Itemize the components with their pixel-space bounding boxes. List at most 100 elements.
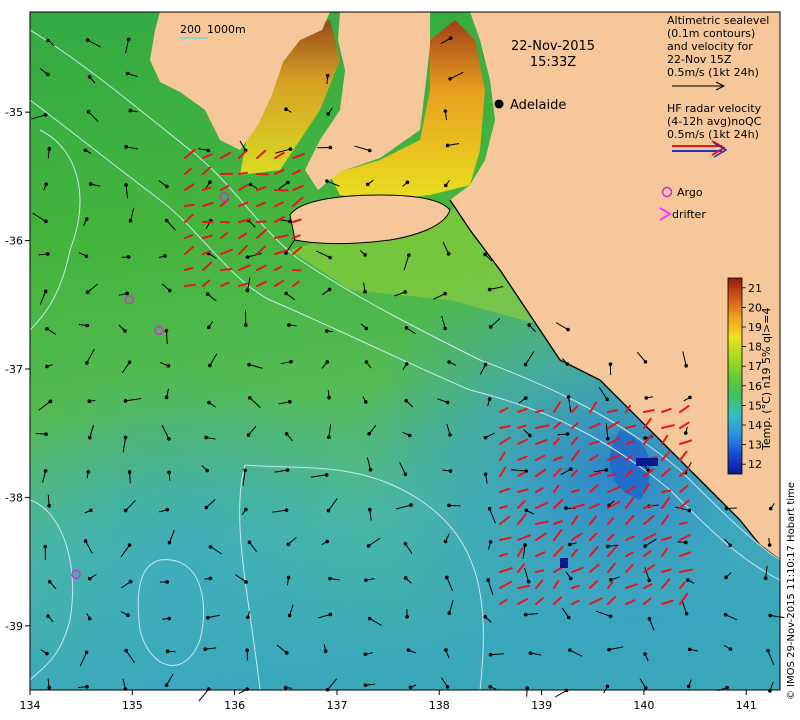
altimetry-arrow-base xyxy=(403,541,408,546)
drifter-legend-label: drifter xyxy=(672,208,706,221)
altimetry-arrow-base xyxy=(284,651,289,655)
altimetry-arrow-base xyxy=(124,145,128,149)
altimetry-arrow-base xyxy=(684,611,689,616)
altimetry-arrow-base xyxy=(767,543,772,547)
altimetry-arrow-base xyxy=(46,38,50,43)
altimetry-arrow-base xyxy=(367,432,371,436)
altimetry-arrow-base xyxy=(364,326,369,331)
altimetry-arrow-base xyxy=(325,73,330,78)
altimetry-arrow-base xyxy=(83,148,88,153)
altimetry-arrow-base xyxy=(565,432,570,436)
altimetry-arrow-base xyxy=(327,395,331,400)
altimetry-arrow-base xyxy=(445,575,449,580)
altimetry-arrow-base xyxy=(163,254,167,258)
altimetry-arrow-base xyxy=(284,291,289,296)
altimetry-arrow-base xyxy=(243,468,247,473)
hf-radar-arrow xyxy=(256,220,267,223)
altimetry-arrow-base xyxy=(325,687,330,692)
y-axis: -35 -36 -37 -38 -39 xyxy=(5,106,30,633)
altimetry-arrow-base xyxy=(245,648,250,653)
altimetry-arrow-base xyxy=(443,183,448,188)
altimetry-arrow-base xyxy=(723,613,728,617)
altimetry-arrow-base xyxy=(483,472,488,477)
altimetry-arrow-base xyxy=(124,183,128,187)
altimetry-arrow-base xyxy=(363,652,368,657)
altimetry-arrow-base xyxy=(43,289,48,294)
altimetry-arrow-base xyxy=(448,432,452,437)
altimetry-arrow-base xyxy=(288,147,293,151)
altimetry-arrow-base xyxy=(245,687,250,691)
altimetry-arrow-base xyxy=(363,253,367,257)
altimetry-arrow-base xyxy=(165,507,170,512)
altimetry-arrow-base xyxy=(488,540,493,544)
altimetry-arrow-base xyxy=(644,396,649,400)
altimetry-arrow-base xyxy=(527,323,532,327)
altimetry-arrow-base xyxy=(483,252,487,257)
altimetry-arrow-base xyxy=(325,539,329,544)
altimetry-arrow-base xyxy=(124,648,128,653)
altimetry-arrow-base xyxy=(488,325,493,329)
altimetry-arrow-base xyxy=(88,182,93,186)
altimetry-arrow-base xyxy=(85,323,90,328)
altimetry-arrow-base xyxy=(205,468,210,473)
altimetry-arrow-base xyxy=(446,252,451,256)
adelaide-marker xyxy=(494,99,504,109)
altimetry-arrow-base xyxy=(128,218,133,223)
altimetry-arrow-base xyxy=(766,648,770,653)
altimetry-arrow-base xyxy=(244,507,248,512)
altimetry-arrow-base xyxy=(486,578,490,582)
altimetry-arrow-base xyxy=(206,148,211,153)
altimetry-arrow-base xyxy=(768,506,773,511)
altimetry-arrow-base xyxy=(85,290,90,294)
colorbar-tick-label: 12 xyxy=(748,458,762,471)
altimetry-arrow-base xyxy=(608,362,613,366)
altimetry-arrow-base xyxy=(245,288,250,293)
altimetry-arrow-base xyxy=(286,542,291,547)
adelaide-label: Adelaide xyxy=(510,98,566,113)
altimetry-arrow-base xyxy=(566,395,571,399)
altimetry-arrow-base xyxy=(408,685,413,690)
altimetry-arrow-base xyxy=(208,576,213,581)
altimetry-arrow-base xyxy=(487,287,492,292)
altimetry-arrow-base xyxy=(605,684,610,689)
altimetry-arrow-base xyxy=(85,38,90,42)
altimetry-arrow-base xyxy=(128,579,133,584)
altimetry-arrow-base xyxy=(565,362,570,366)
altimetry-arrow-base xyxy=(43,544,47,549)
altimetry-arrow-base xyxy=(287,323,291,327)
altimetry-arrow-base xyxy=(524,508,529,513)
altimetry-arrow-base xyxy=(285,468,290,472)
altimetry-arrow-base xyxy=(247,396,252,400)
altimetry-arrow-base xyxy=(407,433,412,438)
altimetry-arrow-base xyxy=(447,611,452,615)
altimetry-arrow-base xyxy=(643,544,647,548)
altimetry-arrow-base xyxy=(763,576,768,581)
x-tick-label: 135 xyxy=(122,699,143,712)
altimetry-arrow-base xyxy=(364,360,369,364)
altimetry-arrow-base xyxy=(127,360,132,365)
hf-radar-station-mark xyxy=(560,558,568,568)
altimetry-arrow-base xyxy=(403,472,408,477)
altimetry-arrow-base xyxy=(88,508,93,513)
altimetry-arrow-base xyxy=(528,433,532,438)
altimetry-arrow-base xyxy=(123,399,128,403)
altimetry-arrow-base xyxy=(208,363,212,368)
map-date: 22-Nov-2015 xyxy=(511,39,595,54)
altimetry-arrow-base xyxy=(328,145,333,150)
altimetry-arrow-base xyxy=(443,109,448,113)
altimetry-arrow-base xyxy=(525,686,530,690)
altimetry-arrow-base xyxy=(405,615,409,619)
altimetry-arrow-base xyxy=(246,433,251,437)
x-tick-label: 141 xyxy=(736,699,757,712)
altimetry-arrow-base xyxy=(724,506,729,511)
x-tick-label: 134 xyxy=(20,699,41,712)
altimetry-arrow-base xyxy=(206,615,210,620)
altimetry-arrow xyxy=(198,688,210,702)
altimetry-arrow-base xyxy=(323,649,328,653)
altimetry-arrow-base xyxy=(126,613,130,618)
altimetry-arrow-base xyxy=(688,395,692,400)
altimetry-arrow-base xyxy=(289,359,293,364)
altimetry-arrow-base xyxy=(605,397,609,402)
altimetry-arrow-base xyxy=(47,579,52,584)
altimetry-arrow-base xyxy=(47,147,52,151)
